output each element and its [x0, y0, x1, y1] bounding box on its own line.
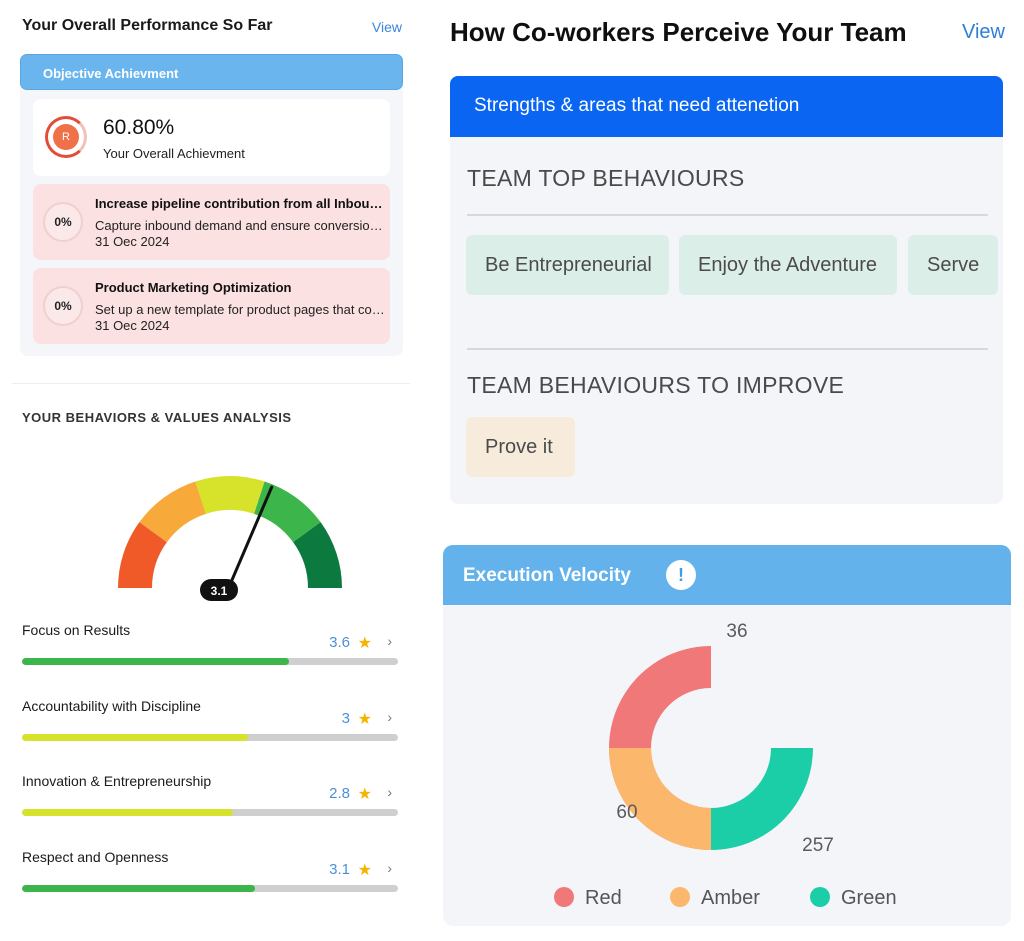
- behavior-progress-fill: [22, 885, 256, 892]
- team-view-link[interactable]: View: [962, 21, 1005, 44]
- section-divider: [467, 214, 988, 216]
- donut-value-label: 36: [726, 621, 747, 642]
- donut-slice-green[interactable]: [711, 748, 813, 850]
- behavior-progress-track: [22, 734, 398, 741]
- velocity-donut-chart: 36 60 257 Red Amber Green: [554, 621, 897, 909]
- objective-header: Objective Achievment: [20, 54, 403, 90]
- info-icon[interactable]: !: [666, 560, 696, 590]
- legend-marker-green: [810, 887, 830, 907]
- donut-value-label: 257: [802, 835, 834, 856]
- strengths-header-label: Strengths & areas that need attenetion: [474, 95, 800, 116]
- section-divider: [467, 348, 988, 350]
- goal-progress-circle: 0%: [43, 286, 83, 326]
- behavior-score: 3.6: [329, 634, 350, 651]
- top-behaviours-title: TEAM TOP BEHAVIOURS: [467, 165, 745, 191]
- performance-title: Your Overall Performance So Far: [22, 17, 273, 34]
- behaviour-chip[interactable]: Serve: [908, 235, 998, 295]
- goal-description: Capture inbound demand and ensure conver…: [95, 218, 387, 233]
- team-perception-title: How Co-workers Perceive Your Team: [450, 17, 907, 47]
- behavior-score: 3: [341, 710, 350, 727]
- goal-description: Set up a new template for product pages …: [95, 302, 387, 317]
- behavior-row-focus-on-results[interactable]: Focus on Results 3.6 ★ ›: [22, 622, 398, 682]
- achievement-label: Your Overall Achievment: [103, 146, 245, 161]
- behaviour-chip[interactable]: Prove it: [466, 417, 575, 477]
- objective-header-label: Objective Achievment: [43, 66, 179, 81]
- goal-date: 31 Oec 2024: [95, 234, 170, 249]
- velocity-header: Execution Velocity !: [443, 545, 1011, 605]
- section-divider: [12, 383, 410, 384]
- behaviour-chip[interactable]: Enjoy the Adventure: [679, 235, 897, 295]
- avatar: R: [53, 124, 79, 150]
- legend-label-red[interactable]: Red: [585, 887, 622, 909]
- behavior-score: 2.8: [329, 785, 350, 802]
- behavior-row-innovation[interactable]: Innovation & Entrepreneurship 2.8 ★ ›: [22, 773, 398, 833]
- chevron-right-icon[interactable]: ›: [387, 784, 392, 800]
- behavior-row-accountability[interactable]: Accountability with Discipline 3 ★ ›: [22, 698, 398, 758]
- legend-label-green[interactable]: Green: [841, 887, 897, 909]
- improve-behaviours-title: TEAM BEHAVIOURS TO IMPROVE: [467, 372, 845, 398]
- strengths-card: Strengths & areas that need attenetion T…: [450, 76, 1003, 504]
- goal-title: Product Marketing Optimization: [95, 280, 292, 295]
- behavior-name: Accountability with Discipline: [22, 698, 201, 714]
- performance-view-link[interactable]: View: [372, 19, 402, 35]
- goal-title: Increase pipeline contribution from all …: [95, 196, 387, 211]
- chevron-right-icon[interactable]: ›: [387, 633, 392, 649]
- star-icon: ★: [357, 635, 372, 652]
- page: Your Overall Performance So Far View Obj…: [0, 0, 1024, 941]
- legend-marker-red: [554, 887, 574, 907]
- star-icon: ★: [357, 711, 372, 728]
- gauge-segment: [195, 476, 265, 514]
- overall-achievement[interactable]: R 60.80% Your Overall Achievment: [33, 99, 390, 176]
- chevron-right-icon[interactable]: ›: [387, 709, 392, 725]
- behavior-score: 3.1: [329, 861, 350, 878]
- goal-item[interactable]: 0% Product Marketing Optimization Set up…: [33, 268, 390, 344]
- behaviour-chip[interactable]: Be Entrepreneurial: [466, 235, 669, 295]
- behavior-progress-track: [22, 658, 398, 665]
- performance-card: Objective Achievment R 60.80% Your Overa…: [20, 54, 403, 356]
- goal-item[interactable]: 0% Increase pipeline contribution from a…: [33, 184, 390, 260]
- behavior-progress-fill: [22, 658, 289, 665]
- behavior-name: Innovation & Entrepreneurship: [22, 773, 212, 789]
- goal-date: 31 Oec 2024: [95, 318, 170, 333]
- behavior-name: Respect and Openness: [22, 849, 169, 865]
- behavior-progress-track: [22, 809, 398, 816]
- strengths-header: Strengths & areas that need attenetion: [450, 76, 1003, 137]
- donut-slice-amber[interactable]: [609, 748, 711, 850]
- chevron-right-icon[interactable]: ›: [387, 860, 392, 876]
- behaviors-title: YOUR BEHAVIORS & VALUES ANALYSIS: [22, 410, 292, 425]
- behavior-row-respect[interactable]: Respect and Openness 3.1 ★ ›: [22, 849, 398, 909]
- star-icon: ★: [357, 862, 372, 879]
- legend-label-amber[interactable]: Amber: [701, 887, 760, 909]
- behavior-progress-fill: [22, 734, 248, 741]
- legend-marker-amber: [670, 887, 690, 907]
- velocity-title: Execution Velocity: [463, 565, 631, 586]
- achievement-ring: R: [45, 116, 87, 158]
- achievement-value: 60.80%: [103, 116, 175, 139]
- gauge-value-label: 3.1: [211, 584, 228, 598]
- behavior-progress-fill: [22, 809, 233, 816]
- star-icon: ★: [357, 786, 372, 803]
- donut-value-label: 60: [616, 802, 637, 823]
- execution-velocity-card: Execution Velocity ! 36 60 257 Red Amber Gree…: [443, 545, 1011, 926]
- goal-progress-circle: 0%: [43, 202, 83, 242]
- behaviors-gauge: 3.1: [118, 476, 342, 601]
- left-panel: Your Overall Performance So Far View Obj…: [0, 0, 418, 941]
- behavior-progress-track: [22, 885, 398, 892]
- behavior-name: Focus on Results: [22, 622, 131, 638]
